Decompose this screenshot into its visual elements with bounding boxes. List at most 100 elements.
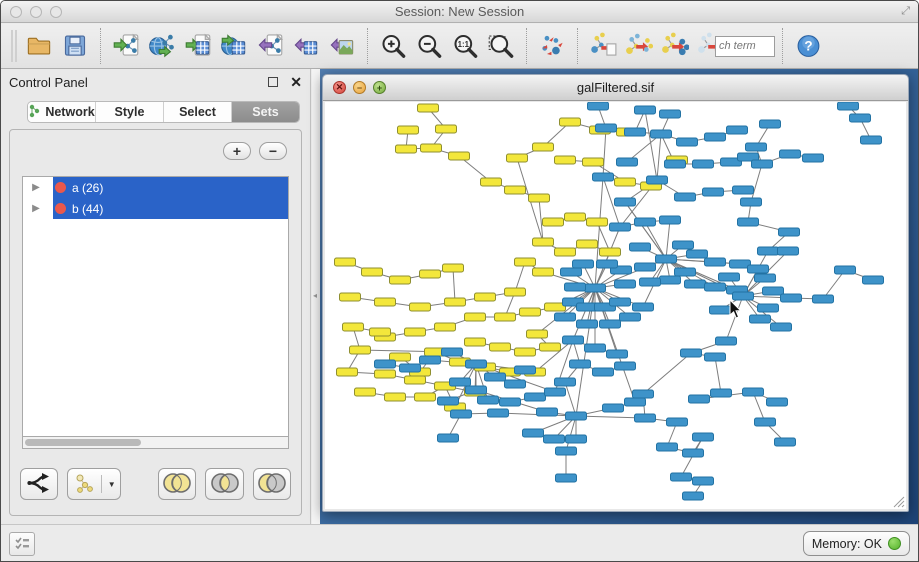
network-node[interactable] <box>610 223 631 231</box>
network-node[interactable] <box>716 337 737 345</box>
network-node[interactable] <box>671 473 692 481</box>
network-node[interactable] <box>758 304 779 312</box>
network-node[interactable] <box>465 313 486 321</box>
network-node[interactable] <box>533 238 554 246</box>
network-node[interactable] <box>656 255 677 263</box>
network-node[interactable] <box>748 265 769 273</box>
import-network-file-button[interactable] <box>108 28 144 64</box>
network-node[interactable] <box>767 398 788 406</box>
network-node[interactable] <box>560 118 581 126</box>
set-intersection-button[interactable] <box>205 468 243 500</box>
network-node[interactable] <box>803 154 824 162</box>
new-network-from-selection-button[interactable] <box>585 28 621 64</box>
network-node[interactable] <box>410 303 431 311</box>
select-first-neighbors-button[interactable] <box>621 28 657 64</box>
grow-selection-button[interactable] <box>657 28 693 64</box>
expand-arrow-icon[interactable]: ▶ <box>23 203 49 214</box>
network-canvas[interactable] <box>325 102 906 509</box>
network-node[interactable] <box>775 438 796 446</box>
network-node[interactable] <box>566 435 587 443</box>
network-node[interactable] <box>449 152 470 160</box>
network-node[interactable] <box>343 323 364 331</box>
network-node[interactable] <box>863 276 884 284</box>
network-node[interactable] <box>435 323 456 331</box>
network-node[interactable] <box>556 447 577 455</box>
network-node[interactable] <box>778 247 799 255</box>
network-node[interactable] <box>693 433 714 441</box>
network-node[interactable] <box>555 156 576 164</box>
float-panel-icon[interactable] <box>268 77 278 87</box>
remove-set-button[interactable]: − <box>259 142 287 160</box>
network-node[interactable] <box>693 160 714 168</box>
network-node[interactable] <box>780 150 801 158</box>
network-node[interactable] <box>570 360 591 368</box>
set-difference-button[interactable] <box>253 468 291 500</box>
close-panel-icon[interactable]: ✕ <box>290 77 302 87</box>
network-node[interactable] <box>525 393 546 401</box>
network-node[interactable] <box>355 388 376 396</box>
network-frame[interactable]: ✕ − + galFiltered.sif <box>322 74 909 512</box>
tab-select[interactable]: Select <box>164 102 232 122</box>
network-node[interactable] <box>375 370 396 378</box>
network-node[interactable] <box>420 356 441 364</box>
zoom-out-button[interactable] <box>411 28 447 64</box>
network-node[interactable] <box>385 393 406 401</box>
network-node[interactable] <box>561 268 582 276</box>
network-node[interactable] <box>335 258 356 266</box>
network-node[interactable] <box>418 104 439 112</box>
scrollbar-thumb[interactable] <box>25 439 141 446</box>
network-node[interactable] <box>566 412 587 420</box>
export-table-button[interactable] <box>288 28 324 64</box>
network-node[interactable] <box>593 173 614 181</box>
network-node[interactable] <box>451 410 472 418</box>
network-node[interactable] <box>350 346 371 354</box>
network-node[interactable] <box>597 260 618 268</box>
network-node[interactable] <box>620 313 641 321</box>
network-node[interactable] <box>565 213 586 221</box>
network-node[interactable] <box>450 378 471 386</box>
network-node[interactable] <box>779 228 800 236</box>
network-node[interactable] <box>400 364 421 372</box>
frame-maximize-icon[interactable]: + <box>373 81 386 94</box>
network-node[interactable] <box>615 362 636 370</box>
network-node[interactable] <box>495 313 516 321</box>
open-session-button[interactable] <box>21 28 57 64</box>
network-node[interactable] <box>647 176 668 184</box>
network-node[interactable] <box>681 349 702 357</box>
network-node[interactable] <box>545 388 566 396</box>
expand-arrow-icon[interactable]: ▶ <box>23 182 49 193</box>
network-node[interactable] <box>705 283 726 291</box>
network-node[interactable] <box>705 133 726 141</box>
network-node[interactable] <box>693 477 714 485</box>
network-node[interactable] <box>675 193 696 201</box>
network-node[interactable] <box>651 130 672 138</box>
network-node[interactable] <box>771 323 792 331</box>
network-node[interactable] <box>527 330 548 338</box>
network-node[interactable] <box>667 418 688 426</box>
network-node[interactable] <box>746 143 767 151</box>
network-node[interactable] <box>375 298 396 306</box>
network-node[interactable] <box>600 320 621 328</box>
network-node[interactable] <box>657 443 678 451</box>
network-node[interactable] <box>398 126 419 134</box>
network-node[interactable] <box>727 126 748 134</box>
network-node[interactable] <box>466 386 487 394</box>
import-network-web-button[interactable] <box>144 28 180 64</box>
zoom-one-to-one-button[interactable]: 1:1 <box>447 28 483 64</box>
network-node[interactable] <box>738 218 759 226</box>
network-node[interactable] <box>763 287 784 295</box>
network-node[interactable] <box>610 298 631 306</box>
network-node[interactable] <box>758 247 779 255</box>
network-node[interactable] <box>465 338 486 346</box>
network-node[interactable] <box>481 178 502 186</box>
network-node[interactable] <box>515 366 536 374</box>
network-node[interactable] <box>555 313 576 321</box>
network-node[interactable] <box>577 240 598 248</box>
network-node[interactable] <box>485 373 506 381</box>
frame-close-icon[interactable]: ✕ <box>333 81 346 94</box>
network-node[interactable] <box>555 248 576 256</box>
network-node[interactable] <box>436 125 457 133</box>
network-node[interactable] <box>719 273 740 281</box>
apply-layout-button[interactable] <box>534 28 570 64</box>
network-node[interactable] <box>617 158 638 166</box>
